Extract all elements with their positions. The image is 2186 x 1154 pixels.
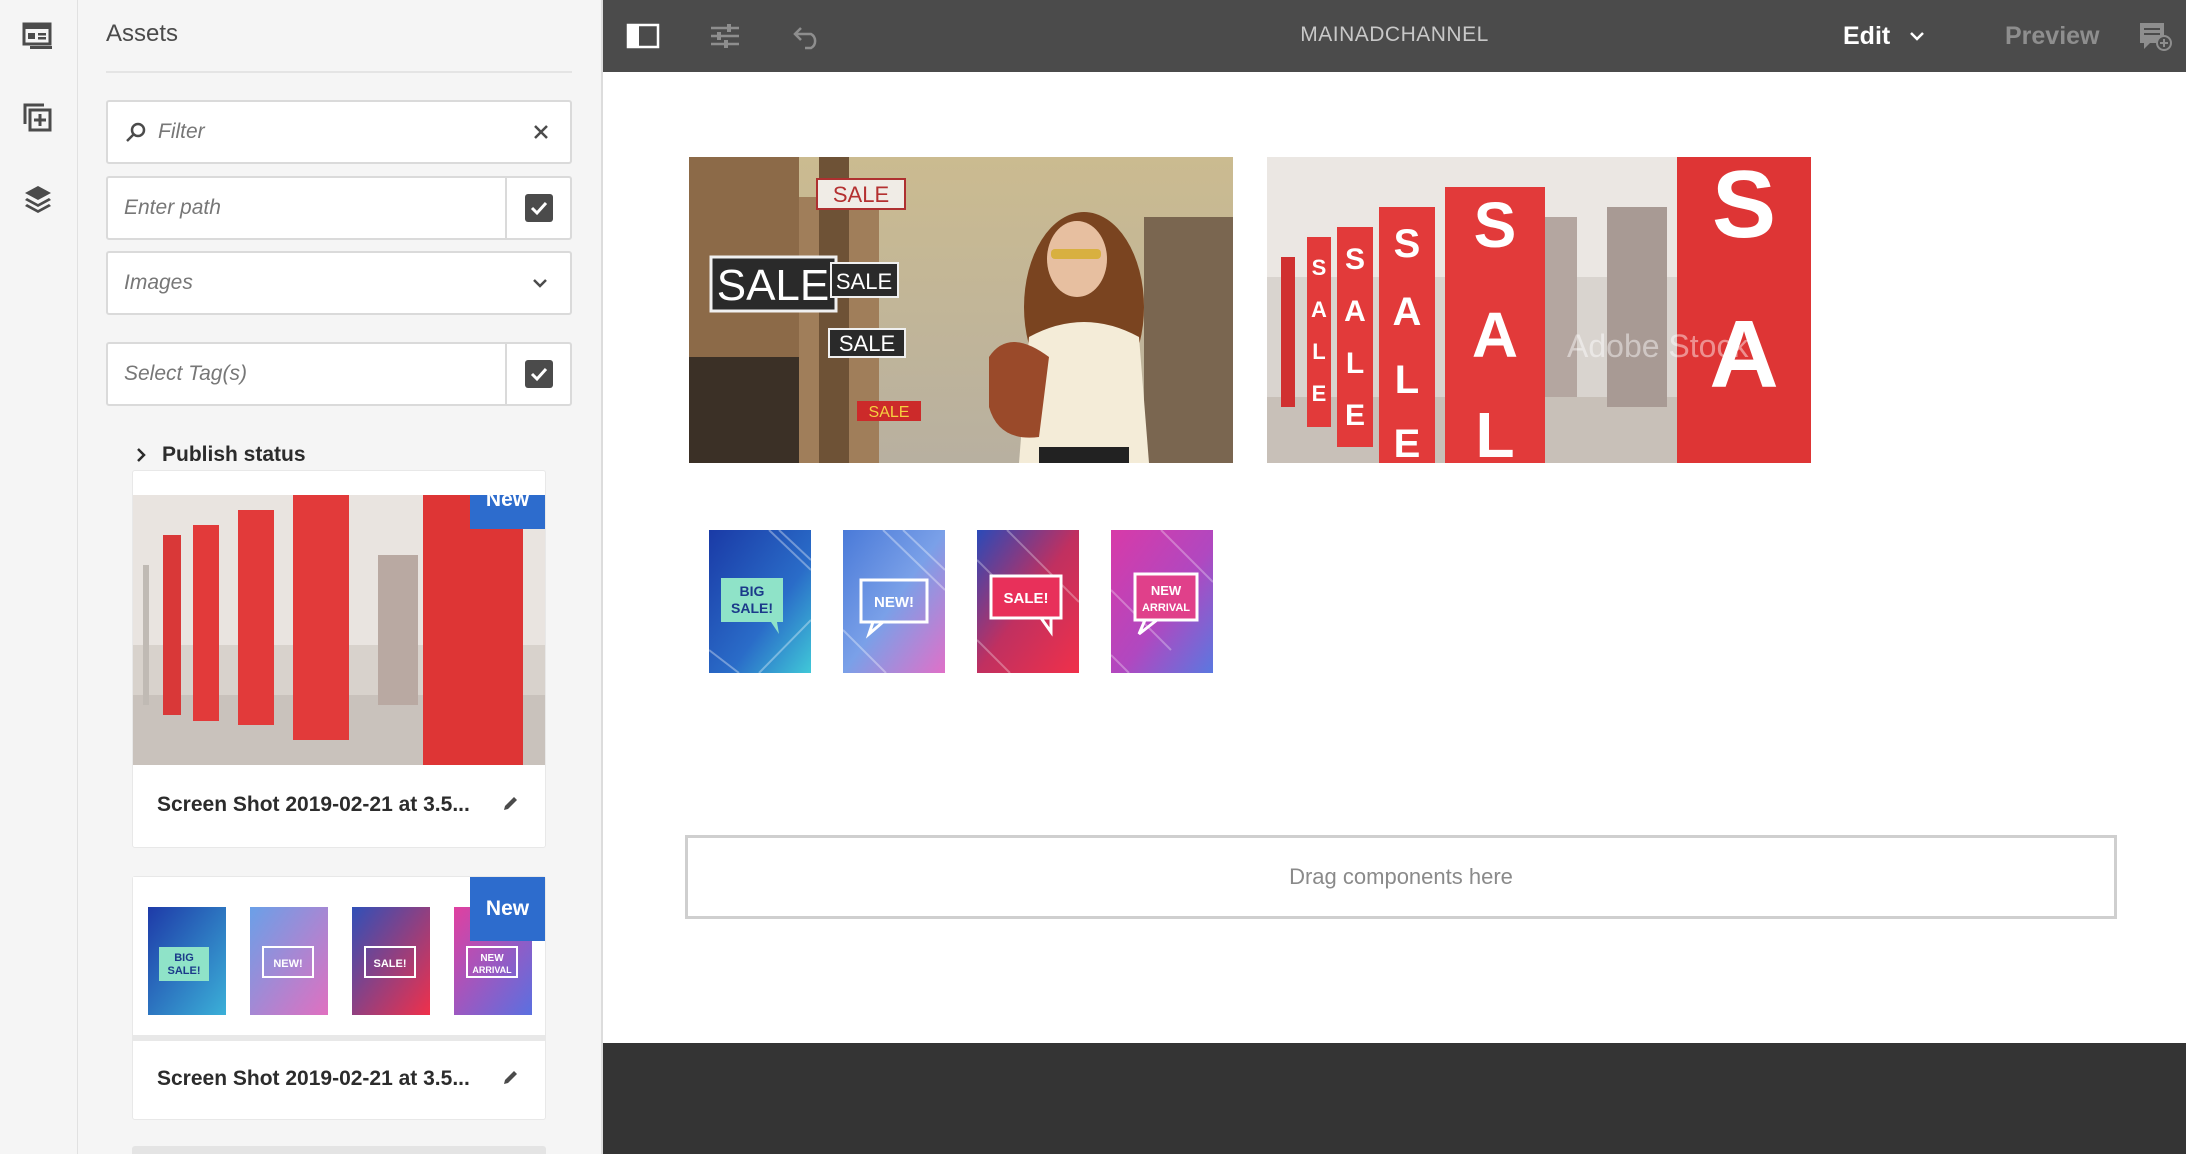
asset-card[interactable]: New Screen Shot 2019-02-21 at 3.5... bbox=[132, 470, 546, 848]
sale-sign: SALE bbox=[869, 404, 910, 421]
tile-text: BIG bbox=[740, 583, 765, 599]
asset-thumbnail: BIG SALE! NEW! SALE! NEW ARRIVAL New bbox=[133, 877, 545, 1035]
sale-sign: SALE bbox=[839, 331, 895, 356]
banner-letter: L bbox=[1395, 358, 1419, 402]
banner-letter: S bbox=[1312, 255, 1327, 280]
asset-card-name: Screen Shot 2019-02-21 at 3.5... bbox=[157, 793, 470, 816]
page-properties-button[interactable] bbox=[703, 14, 747, 58]
checkmark-icon bbox=[524, 194, 553, 222]
banner-letter: S bbox=[1394, 222, 1421, 266]
banner-letter: L bbox=[1346, 347, 1364, 380]
banner-letter: S bbox=[1712, 157, 1776, 258]
publish-status-label: Publish status bbox=[162, 443, 306, 466]
svg-text:BIG: BIG bbox=[174, 952, 194, 964]
banner-letter: E bbox=[1394, 422, 1421, 463]
svg-text:ARRIVAL: ARRIVAL bbox=[472, 965, 512, 975]
banner-letter: A bbox=[1393, 290, 1422, 334]
panel-divider bbox=[106, 71, 572, 73]
asset-card-name: Screen Shot 2019-02-21 at 3.5... bbox=[157, 1067, 470, 1090]
path-placeholder: Enter path bbox=[124, 196, 221, 219]
sale-banners-image[interactable]: S A L E S A L E S A L E S A L S A Adobe … bbox=[1267, 157, 1811, 463]
drop-zone[interactable]: Drag components here bbox=[685, 835, 2117, 919]
editor-canvas: SALE SALE SALE SALE SALE S A L E S A L E… bbox=[603, 72, 2186, 1043]
tile-text: NEW! bbox=[874, 594, 914, 611]
new-badge: New bbox=[470, 495, 545, 529]
edit-mode-dropdown[interactable]: Edit bbox=[1843, 0, 1926, 72]
undo-button[interactable] bbox=[785, 14, 829, 58]
sale-sign: SALE bbox=[836, 269, 892, 294]
new-tile[interactable]: NEW! bbox=[843, 530, 945, 673]
annotations-button[interactable] bbox=[2133, 14, 2177, 58]
side-rail bbox=[0, 0, 78, 1154]
card-divider bbox=[133, 1035, 545, 1041]
banner-letter: E bbox=[1345, 399, 1365, 432]
chevron-down-icon bbox=[1910, 32, 1925, 41]
asset-thumbnail: New bbox=[133, 495, 545, 765]
svg-text:SALE!: SALE! bbox=[168, 965, 201, 977]
assets-panel: Assets Filter Enter path Images Select T… bbox=[78, 0, 603, 1154]
layers-button[interactable] bbox=[14, 175, 62, 223]
big-sale-tile[interactable]: BIG SALE! bbox=[709, 530, 811, 673]
banner-letter: L bbox=[1312, 339, 1325, 364]
banner-letter: S bbox=[1474, 189, 1517, 261]
filter-placeholder: Filter bbox=[158, 120, 205, 143]
new-arrival-tile[interactable]: NEW ARRIVAL bbox=[1111, 530, 1213, 673]
undo-icon bbox=[793, 27, 817, 50]
chevron-down-icon bbox=[533, 279, 547, 288]
banner-letter: E bbox=[1312, 381, 1327, 406]
banner-letter: A bbox=[1344, 295, 1366, 328]
add-component-icon bbox=[23, 103, 52, 132]
svg-text:NEW: NEW bbox=[480, 953, 504, 964]
add-component-button[interactable] bbox=[14, 94, 62, 142]
new-badge: New bbox=[470, 877, 545, 941]
tile-text: NEW bbox=[1151, 583, 1182, 598]
checkmark-icon bbox=[524, 360, 553, 388]
asset-type-value: Images bbox=[124, 271, 193, 294]
publish-status-toggle[interactable]: Publish status bbox=[134, 440, 306, 470]
asset-browser-icon bbox=[22, 22, 52, 49]
asset-browser-button[interactable] bbox=[14, 12, 62, 60]
banner-letter: A bbox=[1311, 297, 1327, 322]
annotate-icon bbox=[2140, 23, 2172, 51]
path-field[interactable]: Enter path bbox=[106, 176, 572, 240]
watermark: Adobe Stock bbox=[1567, 328, 1749, 364]
sale-tile[interactable]: SALE! bbox=[977, 530, 1079, 673]
editor-toolbar: MAINADCHANNEL Edit Preview bbox=[603, 0, 2186, 72]
banner-letter: S bbox=[1345, 243, 1365, 276]
asset-card[interactable] bbox=[132, 1146, 546, 1154]
sale-sign: SALE bbox=[833, 182, 889, 207]
asset-type-select[interactable]: Images bbox=[106, 251, 572, 315]
tags-field[interactable]: Select Tag(s) bbox=[106, 342, 572, 406]
sale-street-image[interactable]: SALE SALE SALE SALE SALE bbox=[689, 157, 1233, 463]
panel-title: Assets bbox=[106, 20, 179, 47]
search-icon bbox=[126, 122, 146, 142]
svg-text:NEW!: NEW! bbox=[273, 958, 302, 970]
tags-picker-button[interactable] bbox=[505, 344, 570, 404]
layers-icon bbox=[25, 186, 51, 213]
sliders-icon bbox=[711, 24, 739, 48]
canvas-footer bbox=[603, 1043, 2186, 1154]
preview-button[interactable]: Preview bbox=[2005, 0, 2100, 72]
channel-title: MAINADCHANNEL bbox=[1300, 23, 1489, 46]
tile-text: SALE! bbox=[1004, 590, 1049, 607]
banner-letter: L bbox=[1475, 399, 1514, 463]
svg-text:SALE!: SALE! bbox=[374, 958, 407, 970]
clear-icon[interactable] bbox=[530, 121, 552, 143]
sale-sign: SALE bbox=[717, 261, 830, 310]
tags-placeholder: Select Tag(s) bbox=[124, 362, 247, 385]
edit-mode-label: Edit bbox=[1843, 21, 1891, 50]
edit-icon[interactable] bbox=[501, 1067, 521, 1087]
banner-letter: A bbox=[1472, 299, 1518, 371]
path-picker-button[interactable] bbox=[505, 178, 570, 238]
chevron-right-icon bbox=[137, 448, 146, 462]
tile-text: SALE! bbox=[731, 600, 773, 616]
side-panel-icon bbox=[626, 23, 660, 49]
asset-card[interactable]: BIG SALE! NEW! SALE! NEW ARRIVAL New Scr… bbox=[132, 876, 546, 1120]
tile-text: ARRIVAL bbox=[1142, 602, 1190, 614]
filter-input[interactable]: Filter bbox=[106, 100, 572, 164]
toggle-side-panel-button[interactable] bbox=[621, 14, 665, 58]
edit-icon[interactable] bbox=[501, 793, 521, 813]
